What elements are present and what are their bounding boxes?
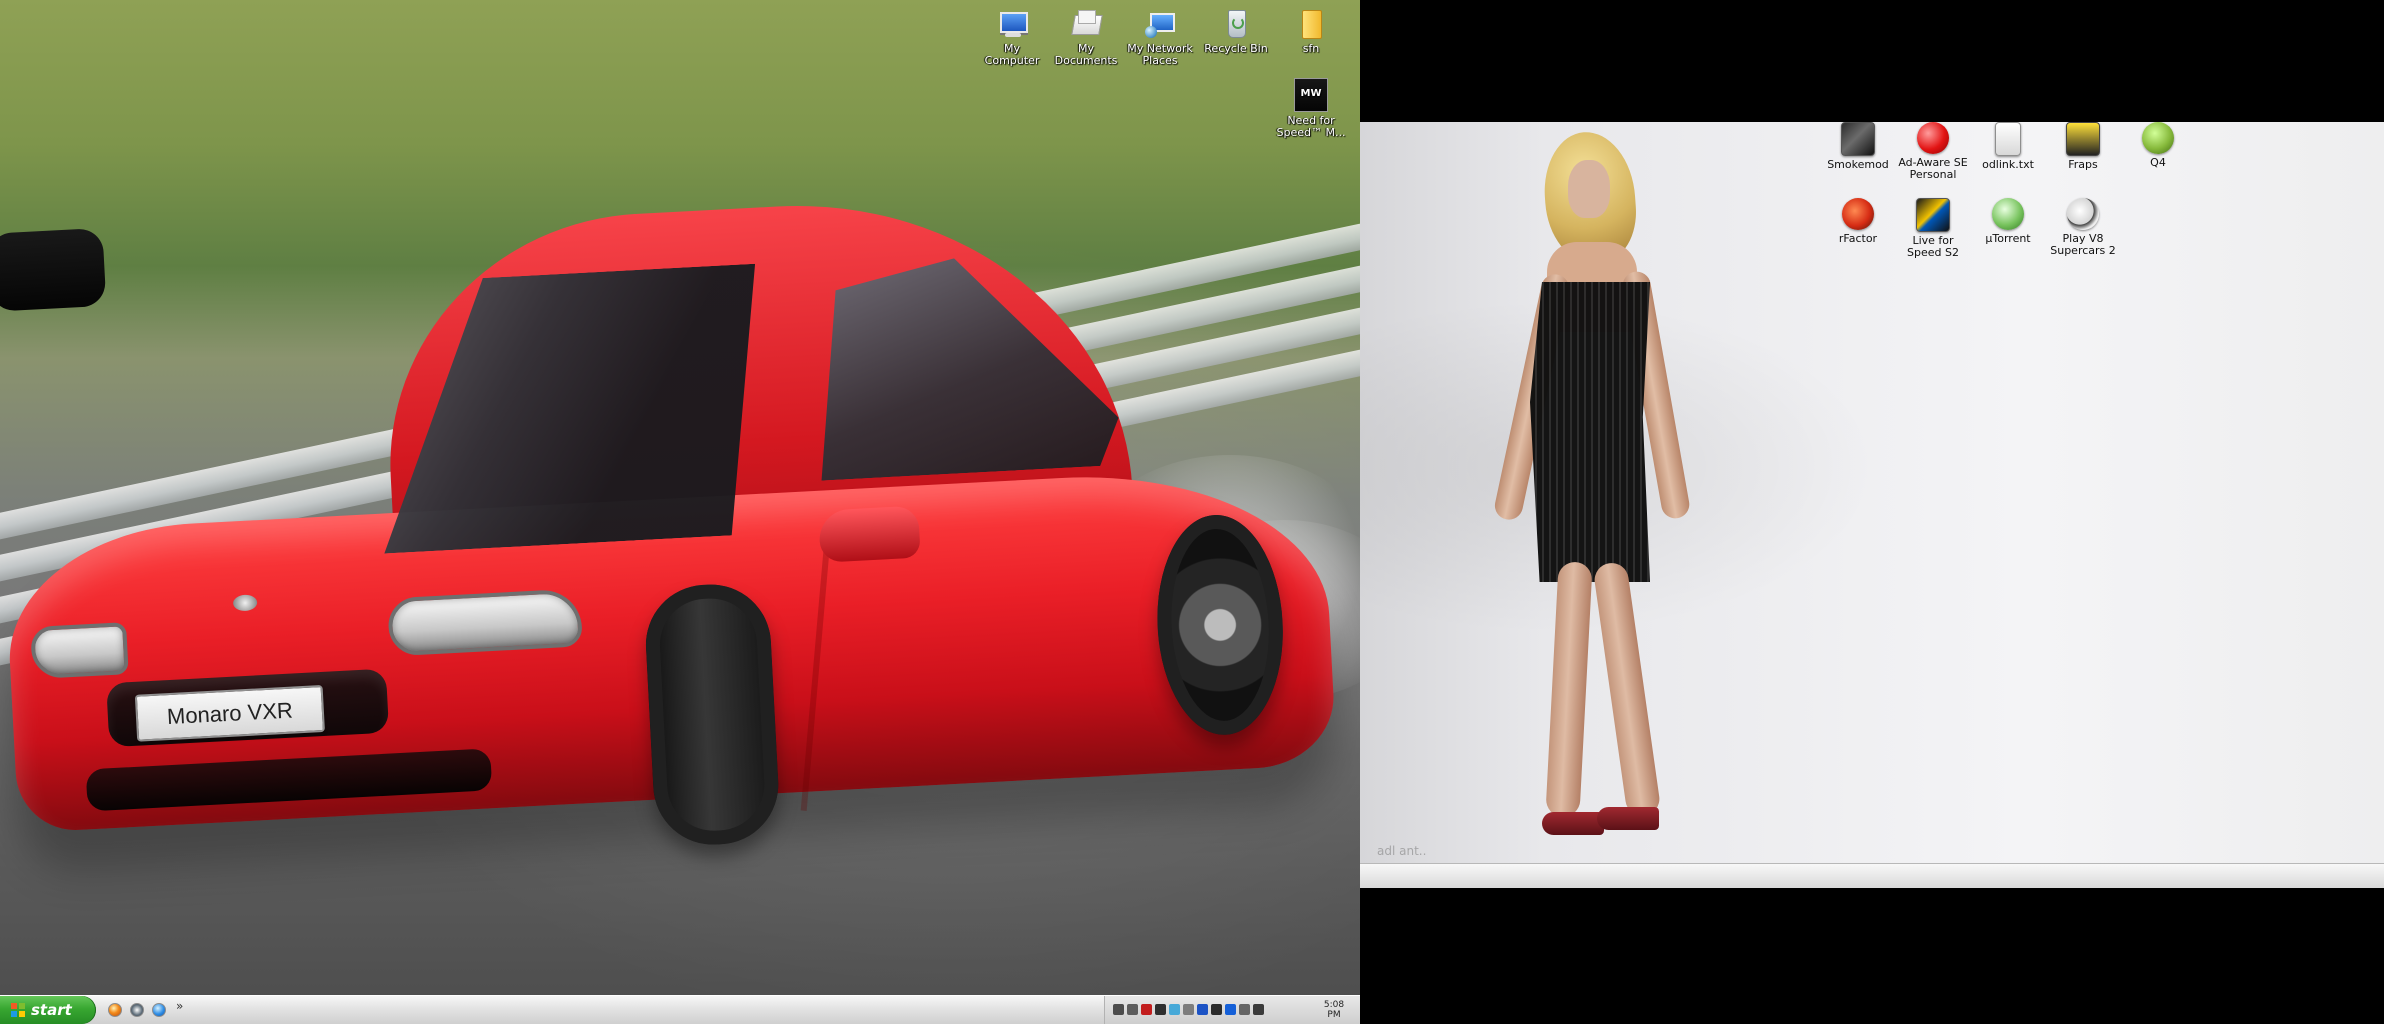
vpn-icon[interactable]: [1225, 1004, 1236, 1015]
desktop-icon-fraps[interactable]: Fraps: [2046, 122, 2120, 171]
desktop-icon-my-documents[interactable]: My Documents: [1049, 8, 1123, 67]
right-monitor: adl ant.. Smokemod Ad-Aware SE Personal …: [1360, 122, 2384, 888]
desktop-icon-odlink-text-file[interactable]: odlink.txt: [1971, 122, 2045, 171]
rfactor-icon: [1842, 198, 1874, 230]
desktop-icon-v8-supercars[interactable]: Play V8 Supercars 2: [2046, 198, 2120, 257]
tool-icon[interactable]: [1183, 1004, 1194, 1015]
model-dress: [1530, 282, 1650, 582]
desktop-icon-label: rFactor: [1838, 232, 1878, 245]
settings-tray-icon[interactable]: [1239, 1004, 1250, 1015]
system-tray: 5:08 PM: [1104, 996, 1360, 1024]
q4-icon: [2142, 122, 2174, 154]
desktop-icon-q4[interactable]: Q4: [2121, 122, 2195, 169]
desktop-icon-label: Recycle Bin: [1204, 42, 1268, 55]
utorrent-icon: [1992, 198, 2024, 230]
left-monitor: Monaro VXR My Computer My Documents My N…: [0, 0, 1360, 1024]
model-shoe: [1597, 807, 1659, 830]
desktop-icon-live-for-speed[interactable]: Live for Speed S2: [1896, 198, 1970, 259]
car-mirror: [818, 505, 921, 563]
network-icon: [1144, 8, 1176, 40]
desktop-icon-my-computer[interactable]: My Computer: [975, 8, 1049, 67]
desktop-icon-my-network-places[interactable]: My Network Places: [1123, 8, 1197, 67]
model-leg: [1592, 560, 1662, 819]
start-button[interactable]: start: [0, 996, 96, 1024]
media-player-icon[interactable]: [130, 1003, 144, 1017]
car-headlight: [30, 622, 129, 680]
fraps-icon: [2066, 122, 2100, 156]
network-tray-icon[interactable]: [1127, 1004, 1138, 1015]
desktop-icon-label: My Computer: [984, 42, 1040, 67]
update-icon[interactable]: [1169, 1004, 1180, 1015]
desktop-icon-label: Ad-Aware SE Personal: [1898, 156, 1968, 181]
model-figure: [1460, 129, 1700, 862]
text-file-icon: [1995, 122, 2021, 156]
bluetooth-icon[interactable]: [1197, 1004, 1208, 1015]
desktop-icon-recycle-bin[interactable]: Recycle Bin: [1199, 8, 1273, 55]
desktop-icon-sfn[interactable]: sfn: [1274, 8, 1348, 55]
computer-icon: [996, 8, 1028, 40]
start-label: start: [31, 1001, 72, 1019]
desktop-icon-label: µTorrent: [1985, 232, 2031, 245]
antivirus-icon[interactable]: [1155, 1004, 1166, 1015]
desktop-wallpaper-car: Monaro VXR: [0, 0, 1360, 1024]
live-for-speed-icon: [1916, 198, 1950, 232]
desktop-icon-rfactor[interactable]: rFactor: [1821, 198, 1895, 245]
folder-icon: [1295, 8, 1327, 40]
desktop-icon-label: Live for Speed S2: [1907, 234, 1959, 259]
car-left-front-wheel: [0, 227, 107, 312]
internet-explorer-icon[interactable]: [152, 1003, 166, 1017]
recycle-bin-icon: [1220, 8, 1252, 40]
smokemod-icon: [1841, 122, 1875, 156]
display-icon[interactable]: [1211, 1004, 1222, 1015]
right-monitor-taskbar: [1360, 863, 2384, 888]
volume-icon[interactable]: [1113, 1004, 1124, 1015]
desktop-icon-ad-aware[interactable]: Ad-Aware SE Personal: [1896, 122, 1970, 181]
speaker-icon[interactable]: [1253, 1004, 1264, 1015]
car-number-plate: Monaro VXR: [134, 684, 325, 742]
adaware-icon: [1917, 122, 1949, 154]
desktop-icon-label: Play V8 Supercars 2: [2050, 232, 2116, 257]
desktop-icon-need-for-speed[interactable]: MW Need for Speed™ M...: [1274, 78, 1348, 139]
desktop-icon-utorrent[interactable]: µTorrent: [1971, 198, 2045, 245]
desktop-icon-label: Need for Speed™ M...: [1276, 114, 1346, 139]
desktop-icon-label: My Documents: [1054, 42, 1118, 67]
model-leg: [1545, 561, 1593, 818]
taskbar-clock[interactable]: 5:08 PM: [1320, 1000, 1348, 1020]
documents-icon: [1070, 8, 1102, 40]
desktop-icon-label: odlink.txt: [1982, 158, 2034, 171]
windows-logo-icon: [11, 1003, 25, 1017]
model-face: [1568, 160, 1610, 218]
desktop-icon-label: My Network Places: [1127, 42, 1193, 67]
wallpaper-watermark: adl ant..: [1377, 844, 1427, 858]
security-icon[interactable]: [1141, 1004, 1152, 1015]
desktop-icon-label: Q4: [2150, 156, 2166, 169]
v8-supercars-icon: [2067, 198, 2099, 230]
firefox-icon[interactable]: [108, 1003, 122, 1017]
need-for-speed-icon: MW: [1294, 78, 1328, 112]
model-shoe: [1542, 812, 1604, 835]
desktop-icon-smokemod[interactable]: Smokemod: [1821, 122, 1895, 171]
car-front-wheel: [642, 581, 782, 848]
red-car: Monaro VXR: [0, 163, 1360, 1024]
left-taskbar: start » 5:08 PM: [0, 995, 1360, 1024]
desktop-icon-label: Fraps: [2068, 158, 2098, 171]
car-headlight: [387, 588, 583, 657]
desktop-icon-label: sfn: [1302, 42, 1320, 55]
quick-launch-overflow-button[interactable]: »: [176, 999, 183, 1013]
desktop-icon-label: Smokemod: [1827, 158, 1889, 171]
